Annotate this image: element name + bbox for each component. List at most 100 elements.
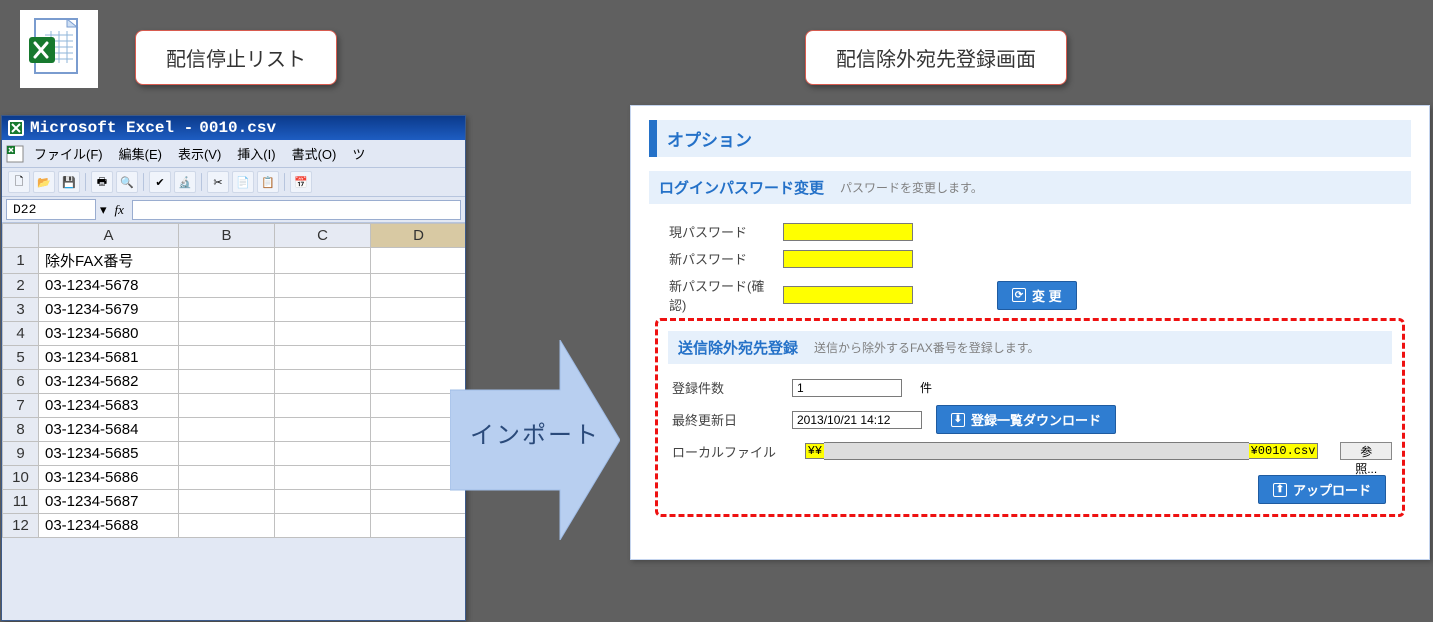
row-header[interactable]: 2 <box>3 274 39 298</box>
cell[interactable]: 03-1234-5679 <box>39 298 179 322</box>
tbtn-date-icon[interactable]: 📅 <box>290 171 312 193</box>
tbtn-open-icon[interactable]: 📂 <box>33 171 55 193</box>
cell[interactable] <box>275 322 371 346</box>
menu-insert[interactable]: 挿入(I) <box>231 142 281 165</box>
cell[interactable] <box>275 370 371 394</box>
row-header[interactable]: 5 <box>3 346 39 370</box>
upload-button[interactable]: ⬆ アップロード <box>1258 475 1386 504</box>
cell[interactable] <box>275 248 371 274</box>
row-header[interactable]: 3 <box>3 298 39 322</box>
row-header[interactable]: 9 <box>3 442 39 466</box>
menu-edit[interactable]: 編集(E) <box>113 142 168 165</box>
confirm-password-input[interactable] <box>783 286 913 304</box>
tbtn-save-icon[interactable]: 💾 <box>58 171 80 193</box>
cell[interactable] <box>179 298 275 322</box>
current-password-input[interactable] <box>783 223 913 241</box>
cell[interactable]: 03-1234-5683 <box>39 394 179 418</box>
refresh-icon: ⟳ <box>1012 288 1026 302</box>
tbtn-cut-icon[interactable]: ✂ <box>207 171 229 193</box>
cell[interactable] <box>371 248 467 274</box>
cell[interactable] <box>275 490 371 514</box>
download-list-button[interactable]: ⬇ 登録一覧ダウンロード <box>936 405 1116 434</box>
cell[interactable] <box>275 346 371 370</box>
cell[interactable] <box>179 490 275 514</box>
row-header[interactable]: 6 <box>3 370 39 394</box>
cell[interactable] <box>275 466 371 490</box>
cell[interactable]: 03-1234-5687 <box>39 490 179 514</box>
change-password-button[interactable]: ⟳ 変 更 <box>997 281 1077 310</box>
cell[interactable] <box>179 394 275 418</box>
table-row[interactable]: 303-1234-5679 <box>3 298 467 322</box>
tbtn-copy-icon[interactable]: 📄 <box>232 171 254 193</box>
row-header[interactable]: 1 <box>3 248 39 274</box>
table-row[interactable]: 703-1234-5683 <box>3 394 467 418</box>
col-header-D[interactable]: D <box>371 224 467 248</box>
cell[interactable]: 03-1234-5682 <box>39 370 179 394</box>
cell[interactable]: 03-1234-5686 <box>39 466 179 490</box>
name-box[interactable]: D22 <box>6 199 96 220</box>
cell[interactable]: 03-1234-5685 <box>39 442 179 466</box>
table-row[interactable]: 1103-1234-5687 <box>3 490 467 514</box>
select-all-corner[interactable] <box>3 224 39 248</box>
row-header[interactable]: 8 <box>3 418 39 442</box>
browse-button[interactable]: 参照... <box>1340 442 1392 460</box>
cell[interactable] <box>179 370 275 394</box>
cell[interactable] <box>371 298 467 322</box>
table-row[interactable]: 803-1234-5684 <box>3 418 467 442</box>
cell[interactable] <box>275 394 371 418</box>
cell[interactable] <box>275 442 371 466</box>
tbtn-new-icon[interactable]: 🗋 <box>8 171 30 193</box>
tbtn-paste-icon[interactable]: 📋 <box>257 171 279 193</box>
tbtn-spellcheck-icon[interactable]: ✔ <box>149 171 171 193</box>
table-row[interactable]: 503-1234-5681 <box>3 346 467 370</box>
menu-file[interactable]: ファイル(F) <box>28 142 109 165</box>
cell[interactable] <box>371 274 467 298</box>
row-header[interactable]: 10 <box>3 466 39 490</box>
col-header-C[interactable]: C <box>275 224 371 248</box>
formula-input[interactable] <box>132 200 461 220</box>
cell[interactable]: 03-1234-5688 <box>39 514 179 538</box>
row-header[interactable]: 11 <box>3 490 39 514</box>
tbtn-research-icon[interactable]: 🔬 <box>174 171 196 193</box>
cell[interactable] <box>179 418 275 442</box>
cell[interactable]: 03-1234-5681 <box>39 346 179 370</box>
cell[interactable] <box>275 514 371 538</box>
table-row[interactable]: 903-1234-5685 <box>3 442 467 466</box>
cell[interactable]: 除外FAX番号 <box>39 248 179 274</box>
cell[interactable]: 03-1234-5684 <box>39 418 179 442</box>
table-row[interactable]: 603-1234-5682 <box>3 370 467 394</box>
count-input[interactable] <box>792 379 902 397</box>
table-row[interactable]: 1203-1234-5688 <box>3 514 467 538</box>
file-path-input[interactable]: ¥¥ ¥0010.csv <box>805 442 1319 460</box>
excel-sheet[interactable]: A B C D 1除外FAX番号203-1234-5678303-1234-56… <box>2 223 465 538</box>
menu-tools-trunc[interactable]: ツ <box>346 142 371 165</box>
menu-view[interactable]: 表示(V) <box>172 142 227 165</box>
cell[interactable]: 03-1234-5680 <box>39 322 179 346</box>
tbtn-print-icon[interactable]: 🖶 <box>91 171 113 193</box>
row-header[interactable]: 12 <box>3 514 39 538</box>
cell[interactable] <box>179 466 275 490</box>
fx-label[interactable]: fx <box>115 202 124 218</box>
cell[interactable] <box>275 418 371 442</box>
cell[interactable] <box>179 274 275 298</box>
cell[interactable] <box>179 514 275 538</box>
cell[interactable]: 03-1234-5678 <box>39 274 179 298</box>
col-header-B[interactable]: B <box>179 224 275 248</box>
table-row[interactable]: 1除外FAX番号 <box>3 248 467 274</box>
updated-input[interactable] <box>792 411 922 429</box>
row-header[interactable]: 4 <box>3 322 39 346</box>
cell[interactable] <box>275 274 371 298</box>
table-row[interactable]: 203-1234-5678 <box>3 274 467 298</box>
cell[interactable] <box>179 322 275 346</box>
table-row[interactable]: 1003-1234-5686 <box>3 466 467 490</box>
cell[interactable] <box>179 346 275 370</box>
row-header[interactable]: 7 <box>3 394 39 418</box>
cell[interactable] <box>179 442 275 466</box>
tbtn-preview-icon[interactable]: 🔍 <box>116 171 138 193</box>
new-password-input[interactable] <box>783 250 913 268</box>
col-header-A[interactable]: A <box>39 224 179 248</box>
cell[interactable] <box>275 298 371 322</box>
table-row[interactable]: 403-1234-5680 <box>3 322 467 346</box>
cell[interactable] <box>179 248 275 274</box>
menu-format[interactable]: 書式(O) <box>286 142 343 165</box>
